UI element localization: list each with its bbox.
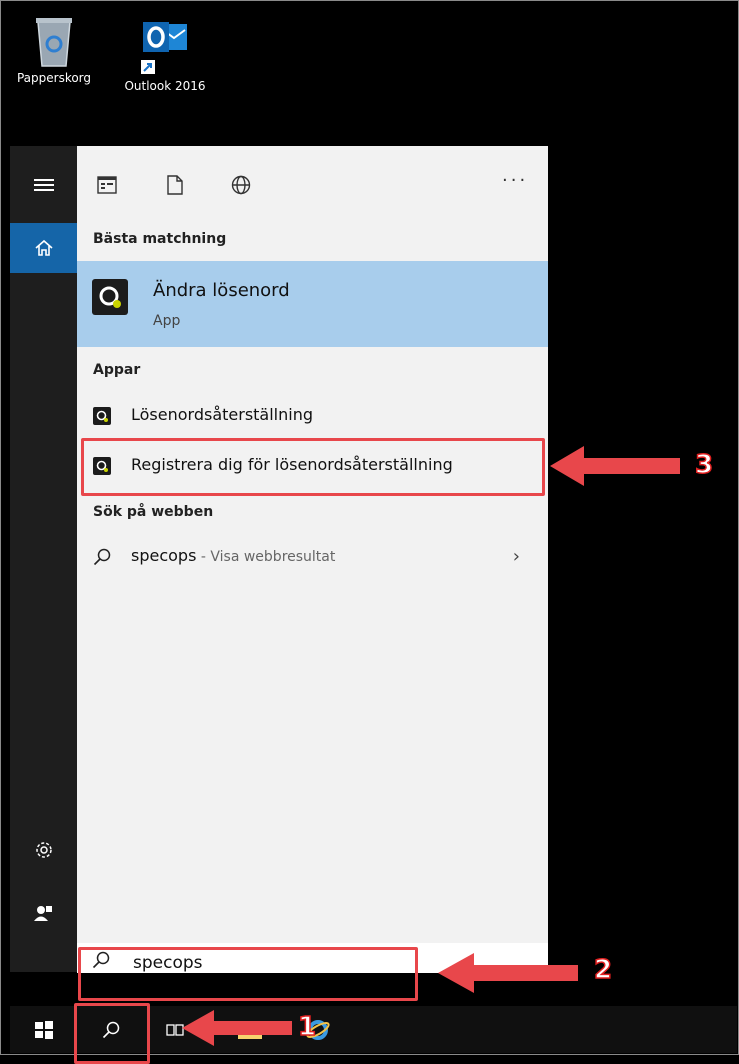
specops-app-icon (92, 279, 128, 315)
windows-logo-icon (35, 1020, 53, 1039)
arrow-left-icon (438, 953, 578, 993)
desktop-icon-label: Papperskorg (16, 71, 92, 85)
annotation-box-2 (78, 947, 418, 1001)
arrow-left-icon (182, 1010, 292, 1046)
user-accounts-icon (33, 906, 52, 921)
callout-number-1: 1 (297, 1011, 317, 1043)
apps-header: Appar (93, 362, 141, 378)
chevron-right-icon: › (512, 546, 520, 567)
apps-filter-button[interactable] (95, 173, 119, 197)
best-match-header: Bästa matchning (93, 231, 227, 247)
best-match-subtitle: App (153, 313, 181, 329)
web-search-header: Sök på webben (93, 504, 214, 520)
web-filter-button[interactable] (229, 173, 253, 197)
annotation-box-3 (81, 438, 545, 496)
filter-bar: ··· (77, 146, 548, 223)
arrow-left-icon (550, 446, 680, 486)
search-results-panel: ··· Bästa matchning Ändra lösenord App A… (77, 146, 548, 943)
user-account-button[interactable] (10, 888, 77, 938)
web-result-query: specops (131, 546, 197, 565)
web-result-item[interactable]: specops - Visa webbresultat › (77, 537, 548, 577)
documents-filter-icon (167, 175, 183, 195)
app-result-label: Lösenordsåterställning (131, 405, 314, 424)
web-filter-icon (231, 175, 251, 195)
desktop-icon-outlook[interactable]: Outlook 2016 (110, 18, 220, 93)
desktop-icon-recycle-bin[interactable]: Papperskorg (6, 14, 102, 85)
home-button[interactable] (10, 223, 77, 273)
outlook-icon (141, 22, 187, 74)
home-icon (34, 239, 53, 256)
start-button[interactable] (24, 1006, 64, 1053)
more-options-button[interactable]: ··· (502, 170, 528, 191)
search-icon (93, 548, 111, 566)
documents-filter-button[interactable] (163, 173, 187, 197)
best-match-item[interactable]: Ändra lösenord App (77, 261, 548, 347)
web-result-suffix: - Visa webbresultat (196, 549, 336, 565)
app-result-item[interactable]: Lösenordsåterställning (77, 396, 548, 436)
callout-number-2: 2 (593, 954, 613, 986)
settings-button[interactable] (10, 825, 77, 875)
hamburger-icon (33, 179, 54, 191)
start-rail (10, 146, 77, 972)
apps-filter-icon (97, 176, 117, 194)
web-result-label: specops - Visa webbresultat (131, 546, 335, 565)
hamburger-menu-button[interactable] (10, 160, 77, 210)
callout-number-3: 3 (694, 449, 714, 481)
best-match-title: Ändra lösenord (153, 280, 290, 301)
recycle-bin-icon (36, 18, 72, 67)
gear-icon (35, 842, 52, 858)
desktop-icon-label: Outlook 2016 (124, 79, 206, 93)
specops-app-icon (93, 407, 111, 425)
